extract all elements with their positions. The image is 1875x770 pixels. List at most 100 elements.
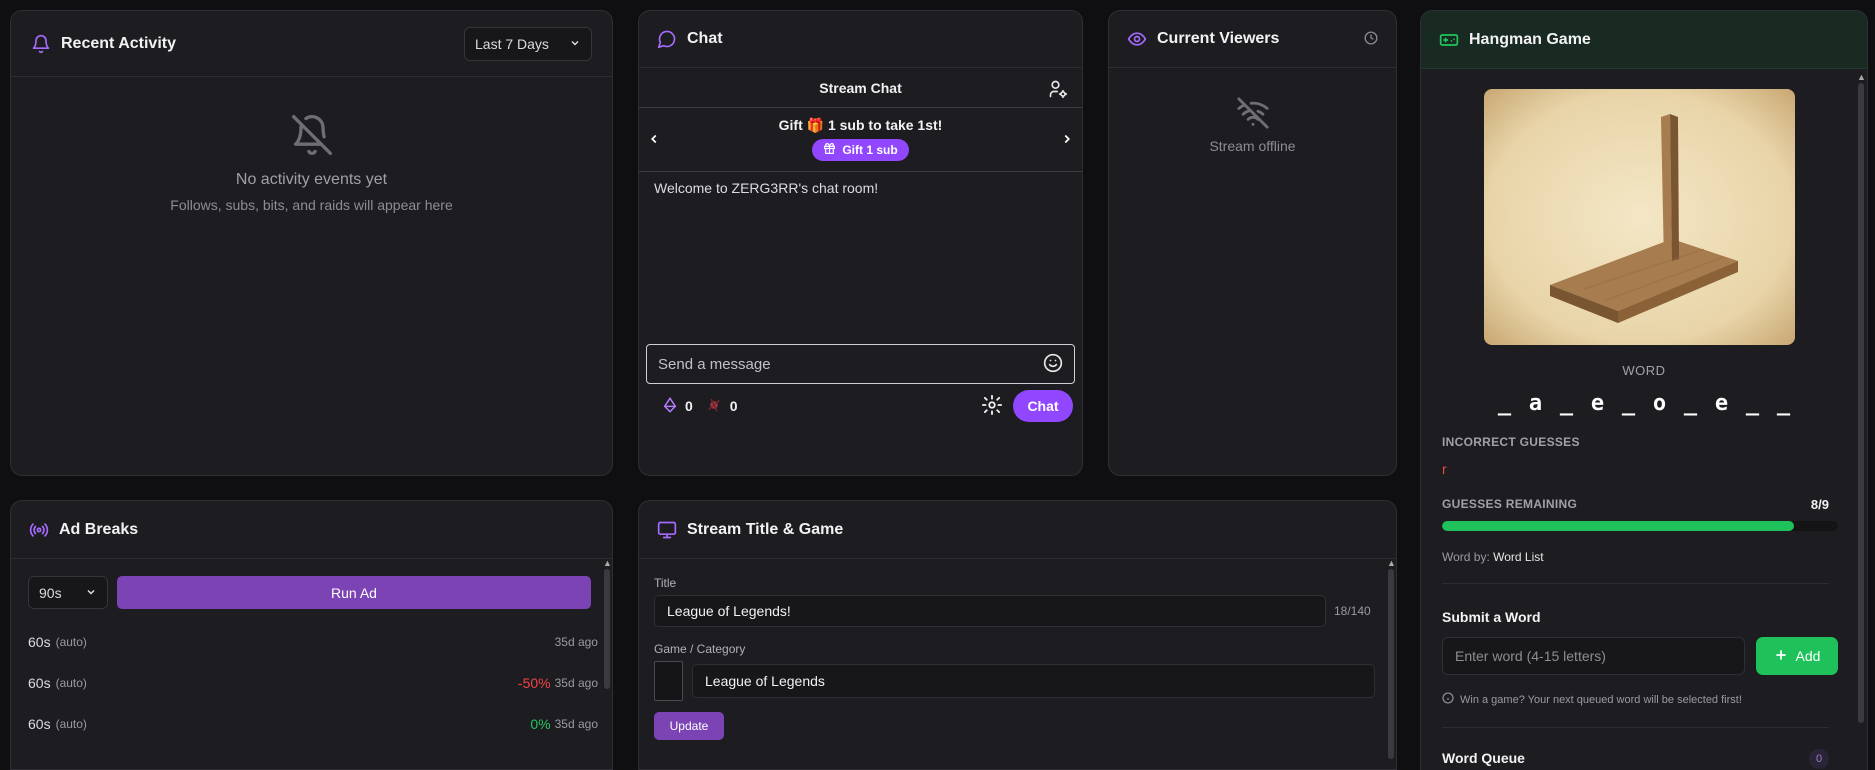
word-letter: _ [1776, 391, 1791, 416]
chevron-right-icon[interactable] [1060, 132, 1074, 149]
chat-panel: Chat Stream Chat Gift 🎁 1 sub to take 1s… [638, 10, 1083, 476]
ad-duration: 60s [28, 633, 51, 650]
ad-tag: (auto) [55, 675, 87, 690]
ad-history-row: 60s (auto) 35d ago [28, 621, 598, 662]
queue-title: Word Queue [1442, 750, 1525, 766]
divider-2 [1442, 727, 1829, 728]
scroll-thumb[interactable] [1858, 83, 1864, 723]
plus-icon [1774, 648, 1788, 665]
chat-input[interactable]: Send a message [646, 344, 1075, 384]
queue-hint-text: Win a game? Your next queued word will b… [1460, 693, 1742, 706]
date-range-select[interactable]: Last 7 Days [464, 26, 592, 61]
word-letter: _ [1559, 391, 1574, 416]
update-button[interactable]: Update [654, 712, 724, 740]
word-input[interactable]: Enter word (4-15 letters) [1442, 637, 1745, 675]
broadcast-icon [29, 520, 49, 540]
gift-banner: Gift 🎁 1 sub to take 1st! Gift 1 sub [639, 108, 1082, 172]
ad-change: 0% [530, 715, 551, 732]
stream-info-scrollbar[interactable]: ▲ [1387, 559, 1396, 769]
chat-header: Chat [639, 11, 1082, 68]
word-letter: o [1652, 391, 1667, 416]
hangman-image [1484, 89, 1795, 345]
divider [1442, 583, 1829, 584]
ad-tag: (auto) [55, 716, 87, 731]
title-char-count: 18/140 [1334, 604, 1371, 618]
hangman-header: Hangman Game [1421, 11, 1867, 69]
ad-duration: 60s [28, 674, 51, 691]
recent-activity-title: Recent Activity [61, 34, 176, 52]
stream-title-value: League of Legends! [667, 603, 791, 619]
gift-banner-text: Gift 🎁 1 sub to take 1st! [639, 117, 1082, 134]
word-letter: _ [1497, 391, 1512, 416]
chevron-left-icon[interactable] [647, 132, 661, 149]
queue-hint: Win a game? Your next queued word will b… [1442, 692, 1742, 707]
remaining-label: GUESSES REMAINING [1442, 497, 1578, 511]
ad-scrollbar[interactable]: ▲ [603, 559, 612, 769]
gamepad-icon [1439, 30, 1459, 50]
chevron-down-icon [85, 585, 97, 601]
stream-title-input[interactable]: League of Legends! [654, 595, 1326, 627]
date-range-value: Last 7 Days [475, 35, 549, 52]
stream-info-panel: Stream Title & Game Title League of Lege… [638, 500, 1397, 770]
gift-prefix: Gift [778, 117, 807, 133]
hangman-scrollbar[interactable]: ▲ [1857, 73, 1866, 770]
viewers-header: Current Viewers [1109, 11, 1396, 68]
gift-sub-label: Gift 1 sub [842, 143, 898, 157]
chat-welcome-message: Welcome to ZERG3RR's chat room! [654, 180, 879, 196]
queue-count-badge: 0 [1809, 749, 1829, 769]
ad-history-list: 60s (auto) 35d ago 60s (auto) -50% 35d ago 60s(… [28, 621, 598, 744]
title-label: Title [654, 576, 677, 590]
monitor-icon [657, 520, 677, 540]
word-input-placeholder: Enter word (4-15 letters) [1455, 648, 1606, 664]
stream-info-header: Stream Title & Game [639, 501, 1396, 559]
game-input[interactable]: League of Legends [692, 664, 1375, 698]
scroll-thumb[interactable] [604, 569, 610, 689]
ad-history-row: 60s (auto) -50% 35d ago [28, 662, 598, 703]
gift-sub-button[interactable]: Gift 1 sub [812, 139, 909, 161]
scroll-thumb[interactable] [1388, 569, 1394, 759]
recent-activity-panel: Recent Activity Last 7 Days No activity … [10, 10, 613, 476]
info-icon [1442, 692, 1454, 707]
ad-duration-select[interactable]: 90s [28, 576, 108, 609]
ad-duration-value: 90s [39, 584, 62, 601]
empty-title: No activity events yet [235, 171, 388, 188]
word-letter: _ [1683, 391, 1698, 416]
clock-icon[interactable] [1364, 31, 1378, 48]
ad-change: -50% [517, 674, 551, 691]
chat-input-placeholder: Send a message [658, 355, 771, 373]
incorrect-letters: r [1442, 461, 1447, 477]
chat-footer: 0 0 Chat [639, 384, 1082, 428]
bell-icon [31, 34, 51, 54]
word-by: Word by: Word List [1442, 550, 1544, 564]
ad-history-row: 60s (auto) 0% 35d ago [28, 703, 598, 744]
eye-icon [1127, 29, 1147, 49]
scroll-up-arrow[interactable]: ▲ [603, 559, 612, 568]
emoji-icon[interactable] [1043, 353, 1063, 376]
scroll-up-arrow[interactable]: ▲ [1387, 559, 1396, 568]
channel-points-icon [662, 396, 678, 416]
ad-breaks-panel: Ad Breaks 90s Run Ad 60s (auto) 35d ago 60s… [10, 500, 613, 770]
bits-count: 0 [729, 398, 738, 414]
message-circle-icon [657, 29, 677, 49]
chat-settings-icon[interactable] [981, 394, 1003, 419]
word-by-value: Word List [1493, 550, 1544, 564]
points-count: 0 [685, 398, 693, 414]
bits-icon [705, 396, 723, 417]
users-settings-icon[interactable] [1048, 79, 1068, 102]
recent-activity-empty: No activity events yet Follows, subs, bi… [11, 77, 612, 213]
run-ad-button[interactable]: Run Ad [117, 576, 591, 609]
scroll-up-arrow[interactable]: ▲ [1857, 73, 1866, 82]
viewers-title: Current Viewers [1157, 30, 1280, 47]
game-value: League of Legends [705, 673, 825, 689]
word-label: WORD [1622, 363, 1666, 378]
viewers-panel: Current Viewers Stream offline [1108, 10, 1397, 476]
ad-time-ago: 35d ago [554, 634, 598, 649]
word-letter: e [1590, 391, 1605, 416]
ad-tag: (auto) [55, 634, 87, 649]
chat-send-button[interactable]: Chat [1013, 390, 1073, 422]
add-word-button[interactable]: Add [1756, 637, 1838, 675]
hangman-panel: Hangman Game WORD _ a _ e _ o _ e _ _ INCORRECT G… [1420, 10, 1868, 770]
word-letter: _ [1745, 391, 1760, 416]
empty-subtitle: Follows, subs, bits, and raids will appe… [170, 197, 453, 213]
bell-off-icon [11, 113, 612, 157]
